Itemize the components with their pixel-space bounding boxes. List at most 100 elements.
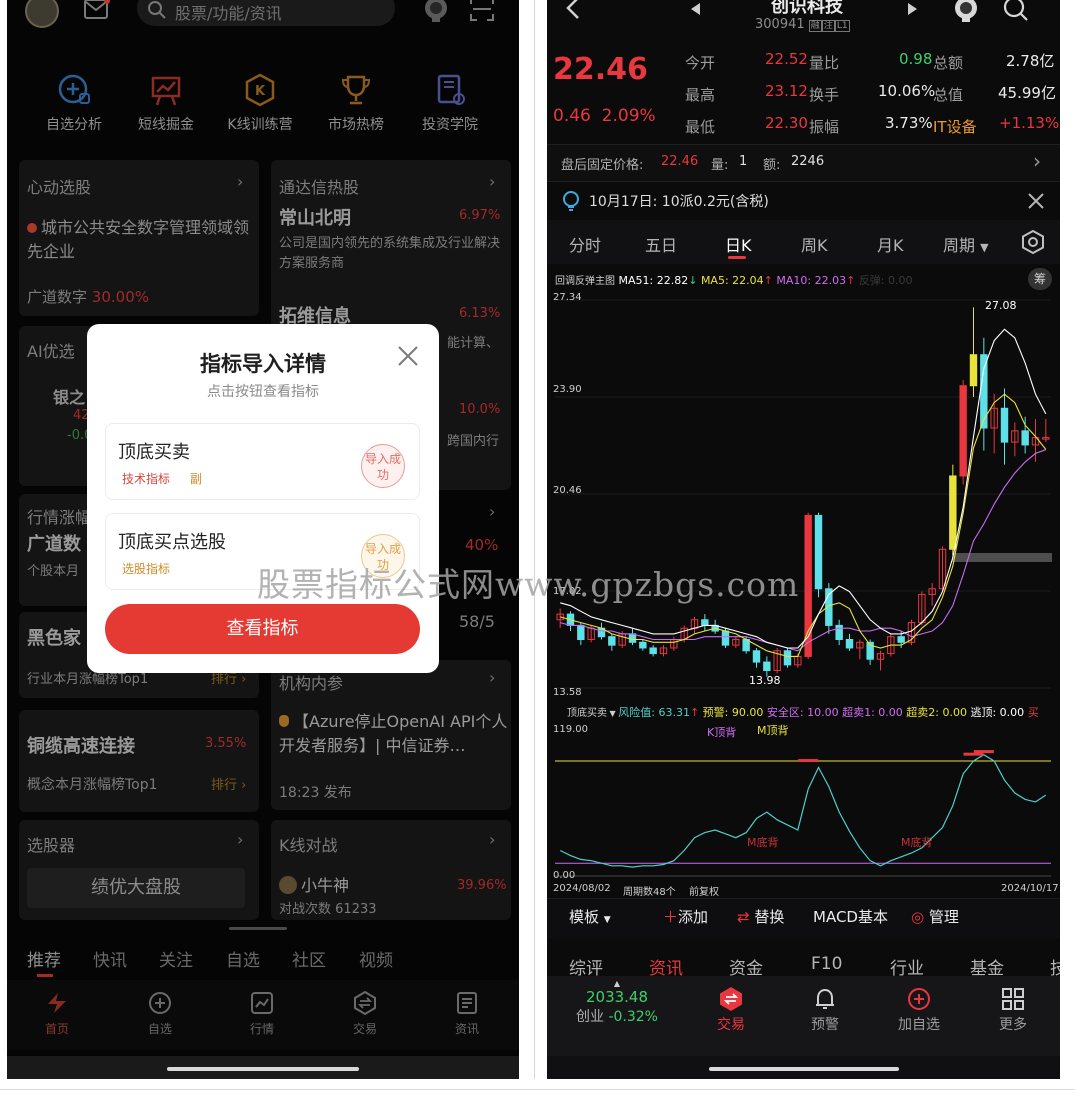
home-gesture-bar[interactable] [709, 1067, 899, 1071]
tab-active-indicator [728, 256, 746, 259]
mail-icon[interactable] [83, 0, 111, 22]
dividend-row[interactable]: 10月17日: 10派0.2元(含税) [547, 184, 1060, 218]
home-gesture-bar[interactable] [167, 1067, 359, 1071]
tab-flash[interactable]: 快讯 [93, 946, 127, 971]
battle-rate: 39.96% [457, 878, 507, 893]
sector-name[interactable]: IT设备 [933, 116, 977, 137]
add-indicator-button[interactable]: ＋添加 [663, 906, 708, 927]
k-top-divergence-label: K顶背 [707, 726, 737, 739]
candle-body [763, 661, 771, 672]
tab-follow[interactable]: 关注 [159, 946, 193, 971]
nav-trade[interactable]: 交易 [335, 990, 395, 1037]
tab-monthly-k[interactable]: 月K [877, 232, 904, 256]
add-watchlist-icon [58, 74, 90, 104]
quick-item-short-term[interactable]: 短线掘金 [121, 72, 211, 134]
back-arrow-icon[interactable] [565, 0, 581, 20]
next-stock-icon[interactable] [907, 2, 919, 16]
tab-five-day[interactable]: 五日 [645, 232, 677, 256]
nav-home[interactable]: 首页 [27, 990, 87, 1037]
quick-item-analysis[interactable]: 自选分析 [29, 72, 119, 134]
info-tab-f10[interactable]: F10 [811, 954, 842, 974]
tab-watchlist[interactable]: 自选 [226, 946, 260, 971]
rank-tag[interactable]: 排行 › [211, 774, 246, 793]
nav-label: 交易 [352, 1022, 377, 1036]
chip-distribution-button[interactable]: 筹 [1028, 268, 1052, 290]
card-title: 心动选股 [27, 178, 92, 197]
nav-more[interactable]: 更多 [983, 986, 1043, 1034]
bull-avatar-icon [279, 876, 297, 894]
search-icon [148, 1, 166, 19]
card-institution[interactable]: 机构内参 › 【Azure停止OpenAI API个人开发者服务】| 中信证券…… [271, 660, 511, 810]
after-hours-row[interactable]: 盘后固定价格: 22.46 量: 1 额: 2246 › [547, 144, 1060, 182]
card-headline: 城市公共安全数字管理领域领先企业 [27, 216, 253, 264]
candle-body [783, 650, 792, 666]
news-doc-icon [457, 992, 477, 1014]
robot-icon[interactable] [421, 0, 451, 24]
prev-stock-icon[interactable] [689, 2, 701, 16]
template-button[interactable]: 模板 ▼ [569, 906, 611, 927]
nav-label: 更多 [999, 1017, 1027, 1033]
indicator-item-1[interactable]: 顶底买卖 技术指标 副 导入成功 [105, 423, 420, 500]
chart-toolbar [547, 898, 1060, 938]
plus-circle-icon [149, 992, 171, 1014]
index-name: 创业 [576, 1009, 604, 1025]
search-bar[interactable]: 股票/功能/资讯 [137, 0, 395, 26]
hot-stock-1[interactable]: 常山北明 [279, 204, 351, 230]
settings-hex-icon[interactable] [1021, 230, 1045, 254]
nav-alert[interactable]: 预警 [795, 986, 855, 1034]
quick-item-academy[interactable]: 投资学院 [405, 72, 495, 134]
card-heart-pick[interactable]: 心动选股 › 城市公共安全数字管理领域领先企业 广道数字 30.00% [19, 160, 259, 316]
quick-item-hot-list[interactable]: 市场热榜 [311, 72, 401, 134]
red-dot-icon [27, 223, 37, 233]
arrow-down-icon: ↓ [688, 274, 698, 287]
search-icon[interactable] [1003, 0, 1029, 22]
replace-indicator-button[interactable]: ⇄ 替换 [737, 906, 784, 927]
scroll-handle[interactable] [229, 927, 287, 930]
restore-mode[interactable]: 前复权 [689, 883, 719, 898]
battle-count-value: 61233 [335, 902, 377, 917]
scan-icon[interactable] [469, 0, 495, 22]
stock-name: 广道数字 30.00% [27, 286, 149, 307]
picker-button[interactable]: 绩优大盘股 [27, 868, 245, 908]
tab-weekly-k[interactable]: 周K [801, 232, 828, 256]
stat-amplitude-label: 振幅 [809, 118, 840, 136]
manage-button[interactable]: ◎ 管理 [911, 906, 959, 927]
battle-count-label: 对战次数 [279, 902, 332, 917]
tab-community[interactable]: 社区 [292, 946, 326, 971]
view-indicator-button[interactable]: 查看指标 [105, 604, 420, 654]
battle-user: 小牛神 [279, 872, 349, 896]
nav-trade[interactable]: 交易 [701, 986, 761, 1034]
macd-basic-button[interactable]: MACD基本 [813, 906, 888, 927]
last-price: 22.46 [553, 52, 648, 87]
tab-video[interactable]: 视频 [359, 946, 393, 971]
candle-body [959, 385, 967, 477]
nav-market[interactable]: 行情 [232, 990, 292, 1037]
tab-daily-k[interactable]: 日K [725, 232, 752, 256]
close-icon[interactable] [397, 345, 419, 367]
index-ticker[interactable]: ▲ 2033.48 创业 -0.32% [567, 980, 667, 1026]
quick-item-kline-camp[interactable]: K K线训练营 [215, 72, 305, 134]
candle-body [608, 636, 616, 646]
stat-volratio-label: 量比 [809, 54, 840, 72]
dropdown-triangle-icon: ▼ [607, 709, 619, 718]
nav-add-watchlist[interactable]: 加自选 [889, 986, 949, 1034]
robot-icon[interactable] [951, 0, 981, 24]
tab-intraday[interactable]: 分时 [569, 232, 601, 256]
nav-label: 预警 [811, 1017, 839, 1033]
after-hours-amt: 2246 [791, 154, 825, 169]
indicator-legend[interactable]: 顶底买卖 ▼ 风险值: 63.31↑ 预警: 90.00 安全区: 10.00 … [567, 704, 1039, 720]
card-concept[interactable]: 铜缆高速连接 3.55% 概念本月涨幅榜Top1 排行 › [19, 710, 259, 812]
ma51-text: MA51: 22.82 [618, 274, 689, 287]
warn-value: 预警: 90.00 [702, 706, 764, 719]
news-headline[interactable]: 【Azure停止OpenAI API个人开发者服务】| 中信证券… [279, 710, 511, 758]
close-icon[interactable] [1027, 192, 1045, 210]
card-stock-picker[interactable]: 选股器 › 绩优大盘股 [19, 820, 259, 920]
nav-watchlist[interactable]: 自选 [130, 990, 190, 1037]
nav-news[interactable]: 资讯 [437, 990, 497, 1037]
card-kline-battle[interactable]: K线对战 › 小牛神 对战次数 61233 39.96% [271, 820, 511, 920]
ma-legend[interactable]: 回调反弹主图 MA51: 22.82↓ MA5: 22.04↑ MA10: 22… [555, 272, 913, 288]
avatar[interactable] [25, 0, 59, 28]
stat-mcap-label: 总值 [933, 86, 964, 104]
tab-period[interactable]: 周期 ▼ [943, 232, 989, 256]
tab-recommend[interactable]: 推荐 [27, 946, 61, 971]
